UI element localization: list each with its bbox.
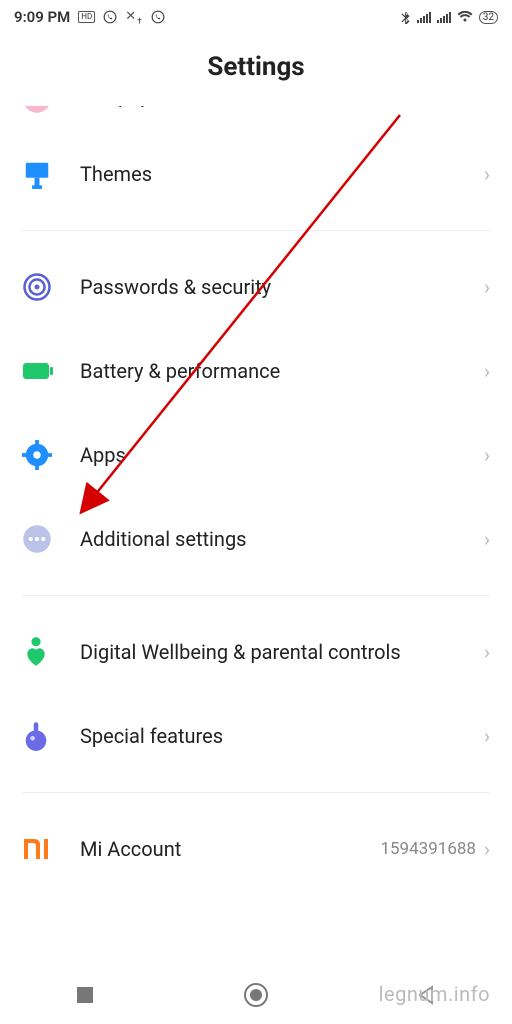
- settings-item-mi-account[interactable]: Mi Account 1594391688 ›: [0, 807, 512, 891]
- settings-item-label: Themes: [80, 162, 484, 186]
- settings-item-label: Special features: [80, 724, 484, 748]
- status-bar: 9:09 PM HD ✕✝ 32: [0, 0, 512, 34]
- settings-list: Wallpaper › Themes › Passwords & securit…: [0, 106, 512, 891]
- hd-indicator-icon: HD: [78, 11, 95, 23]
- wellbeing-icon: [22, 636, 80, 668]
- settings-item-additional[interactable]: Additional settings ›: [0, 497, 512, 581]
- mi-logo-icon: [22, 837, 80, 861]
- status-clock: 9:09 PM: [14, 8, 70, 26]
- chevron-right-icon: ›: [484, 640, 490, 664]
- chevron-right-icon: ›: [484, 275, 490, 299]
- chevron-right-icon: ›: [484, 359, 490, 383]
- battery-icon: 32: [479, 11, 498, 24]
- wifi-icon: [457, 11, 473, 23]
- settings-item-battery[interactable]: Battery & performance ›: [0, 329, 512, 413]
- settings-item-themes[interactable]: Themes ›: [0, 132, 512, 216]
- wallpaper-icon: [22, 106, 80, 114]
- settings-item-passwords[interactable]: Passwords & security ›: [0, 245, 512, 329]
- settings-item-value: 1594391688: [380, 839, 476, 859]
- battery-perf-icon: [22, 361, 80, 381]
- viber-icon-1: [103, 10, 117, 24]
- settings-item-apps[interactable]: Apps ›: [0, 413, 512, 497]
- settings-item-wallpaper[interactable]: Wallpaper ›: [0, 106, 512, 126]
- settings-item-label: Apps: [80, 443, 484, 467]
- settings-item-label: Digital Wellbeing & parental controls: [80, 640, 484, 664]
- chevron-right-icon: ›: [484, 443, 490, 467]
- chevron-right-icon: ›: [484, 527, 490, 551]
- settings-item-label: Mi Account: [80, 837, 380, 861]
- settings-item-wellbeing[interactable]: Digital Wellbeing & parental controls ›: [0, 610, 512, 694]
- signal-2-icon: [437, 11, 451, 23]
- nav-home-button[interactable]: [196, 982, 316, 1008]
- settings-item-label: Battery & performance: [80, 359, 484, 383]
- navigation-bar: [0, 966, 512, 1024]
- status-left: 9:09 PM HD ✕✝: [14, 8, 165, 26]
- status-right: 32: [401, 10, 498, 24]
- apps-icon: [22, 440, 80, 470]
- settings-item-label: Passwords & security: [80, 275, 484, 299]
- signal-1-icon: [417, 11, 431, 23]
- no-sim-icon: ✕✝: [125, 9, 143, 26]
- divider: [22, 230, 490, 231]
- divider: [22, 792, 490, 793]
- settings-item-label: Wallpaper: [80, 106, 484, 108]
- bluetooth-icon: [401, 10, 411, 24]
- chevron-right-icon: ›: [484, 724, 490, 748]
- chevron-right-icon: ›: [484, 837, 490, 861]
- settings-item-label: Additional settings: [80, 527, 484, 551]
- themes-icon: [22, 159, 80, 189]
- divider: [22, 595, 490, 596]
- page-title: Settings: [0, 52, 512, 82]
- page-header: Settings: [0, 34, 512, 106]
- nav-recent-button[interactable]: [25, 985, 145, 1005]
- fingerprint-icon: [22, 272, 80, 302]
- more-icon: [22, 524, 80, 554]
- settings-item-special[interactable]: Special features ›: [0, 694, 512, 778]
- chevron-right-icon: ›: [484, 106, 490, 108]
- special-icon: [22, 720, 80, 752]
- chevron-right-icon: ›: [484, 162, 490, 186]
- viber-icon-2: [151, 10, 165, 24]
- nav-back-button[interactable]: [367, 984, 487, 1006]
